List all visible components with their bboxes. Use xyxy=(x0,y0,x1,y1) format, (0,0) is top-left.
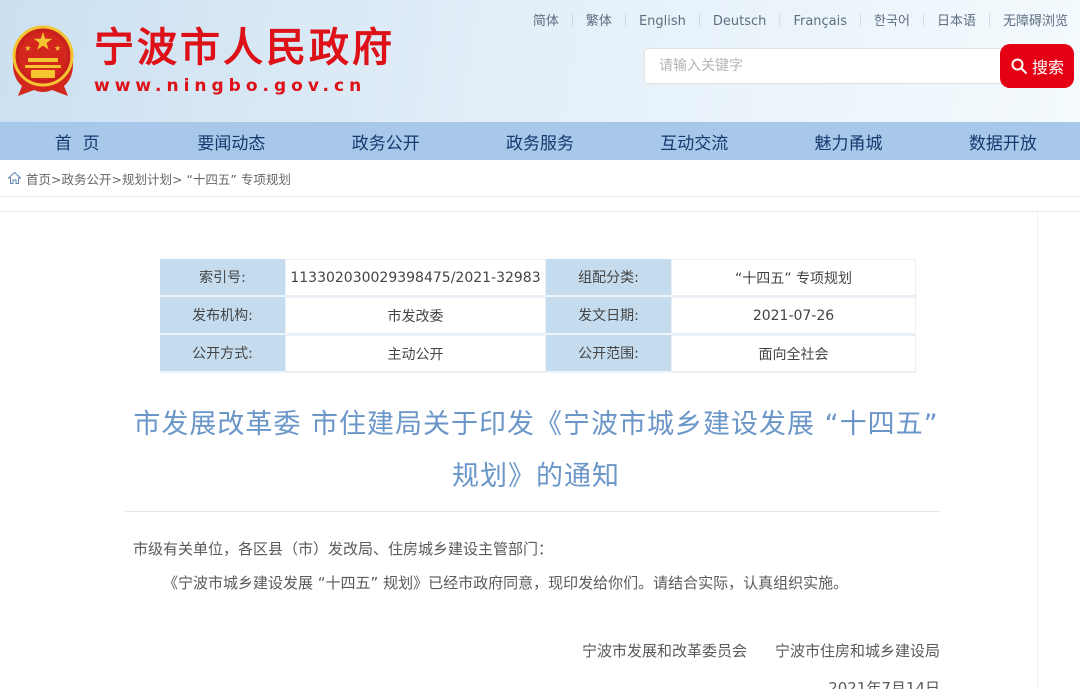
main-nav: 首 页 要闻动态 政务公开 政务服务 互动交流 魅力甬城 数据开放 xyxy=(0,122,1080,160)
signer-housing-urban-rural-bureau: 宁波市住房和城乡建设局 xyxy=(775,642,940,660)
site-header: 宁波市人民政府 www.ningbo.gov.cn 简体繁体EnglishDeu… xyxy=(0,0,1080,122)
search-button-label: 搜索 xyxy=(1032,54,1064,78)
meta-value-index: 113302030029398475/2021-32983 xyxy=(285,259,546,297)
document-body: 市级有关单位，各区县（市）发改局、住房城乡建设主管部门： 《宁波市城乡建设发展 … xyxy=(133,532,940,600)
meta-value-issue-date: 2021-07-26 xyxy=(671,297,916,335)
table-row: 索引号: 113302030029398475/2021-32983 组配分类:… xyxy=(160,259,916,297)
content-divider-right xyxy=(1037,212,1038,689)
signature-line: 宁波市发展和改革委员会 宁波市住房和城乡建设局 xyxy=(0,640,940,661)
lang-german[interactable]: Deutsch xyxy=(713,14,794,29)
signer-development-reform-commission: 宁波市发展和改革委员会 xyxy=(582,642,747,660)
title-divider xyxy=(125,511,940,512)
nav-open-data[interactable]: 数据开放 xyxy=(926,129,1080,154)
site-url: www.ningbo.gov.cn xyxy=(94,76,395,96)
nav-charm-city[interactable]: 魅力甬城 xyxy=(771,129,925,154)
salutation-line: 市级有关单位，各区县（市）发改局、住房城乡建设主管部门： xyxy=(133,532,940,566)
table-row: 发布机构: 市发改委 发文日期: 2021-07-26 xyxy=(160,297,916,335)
nav-gov-affairs[interactable]: 政务公开 xyxy=(309,129,463,154)
search-area: 搜索 xyxy=(644,44,1074,88)
search-input[interactable] xyxy=(644,48,1006,84)
nav-home[interactable]: 首 页 xyxy=(0,129,154,154)
document-date: 2021年7月14日 xyxy=(0,677,940,689)
lang-traditional[interactable]: 繁体 xyxy=(586,14,639,29)
meta-value-category: “十四五” 专项规划 xyxy=(671,259,916,297)
meta-label-disclosure-scope: 公开范围: xyxy=(546,335,671,373)
language-bar: 简体繁体EnglishDeutschFrançais한국어日本语无障碍浏览 xyxy=(533,10,1068,29)
meta-label-issue-date: 发文日期: xyxy=(546,297,671,335)
lang-japanese[interactable]: 日本语 xyxy=(937,14,1003,29)
lang-french[interactable]: Français xyxy=(793,14,874,29)
national-emblem-icon xyxy=(8,24,78,98)
search-button[interactable]: 搜索 xyxy=(1000,44,1074,88)
body-paragraph: 《宁波市城乡建设发展 “十四五” 规划》已经市政府同意，现印发给你们。请结合实际… xyxy=(133,566,940,600)
lang-english[interactable]: English xyxy=(639,14,713,29)
accessibility-link[interactable]: 无障碍浏览 xyxy=(1003,14,1068,29)
meta-label-disclosure-method: 公开方式: xyxy=(160,335,285,373)
search-icon xyxy=(1010,57,1028,75)
breadcrumb: 首页>政务公开>规划计划> “十四五” 专项规划 xyxy=(0,160,1080,197)
lang-korean[interactable]: 한국어 xyxy=(874,14,937,29)
breadcrumb-path[interactable]: 首页>政务公开>规划计划> “十四五” 专项规划 xyxy=(26,169,291,188)
content-divider-top xyxy=(0,211,1080,212)
meta-label-index: 索引号: xyxy=(160,259,285,297)
meta-value-issuer: 市发改委 xyxy=(285,297,546,335)
home-icon xyxy=(8,172,21,184)
nav-interaction[interactable]: 互动交流 xyxy=(617,129,771,154)
nav-news[interactable]: 要闻动态 xyxy=(154,129,308,154)
lang-simplified[interactable]: 简体 xyxy=(533,14,586,29)
meta-label-category: 组配分类: xyxy=(546,259,671,297)
document-meta-table: 索引号: 113302030029398475/2021-32983 组配分类:… xyxy=(160,259,916,373)
meta-label-issuer: 发布机构: xyxy=(160,297,285,335)
site-logo[interactable]: 宁波市人民政府 www.ningbo.gov.cn xyxy=(8,24,395,98)
table-row: 公开方式: 主动公开 公开范围: 面向全社会 xyxy=(160,335,916,373)
meta-value-disclosure-scope: 面向全社会 xyxy=(671,335,916,373)
nav-gov-services[interactable]: 政务服务 xyxy=(463,129,617,154)
site-title: 宁波市人民政府 xyxy=(94,26,395,70)
meta-value-disclosure-method: 主动公开 xyxy=(285,335,546,373)
page-title: 市发展改革委 市住建局关于印发《宁波市城乡建设发展 “十四五” 规划》的通知 xyxy=(130,399,942,503)
